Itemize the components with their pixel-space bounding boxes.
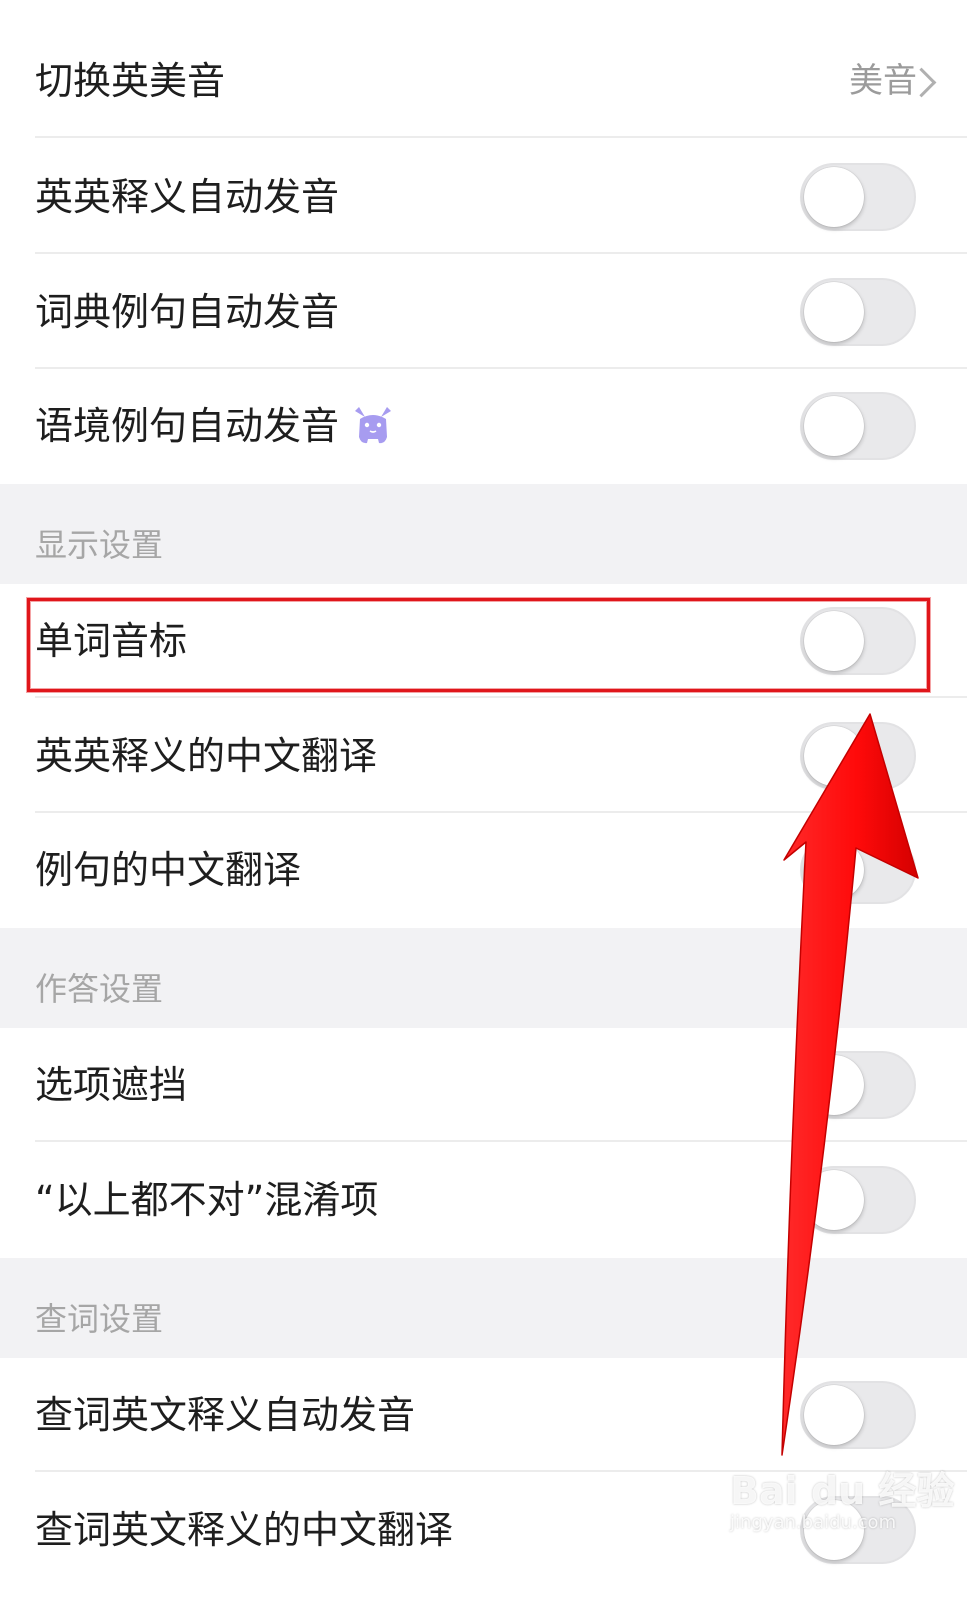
- toggle-knob: [804, 726, 864, 786]
- watermark: Bai du 经验 jingyan.baidu.com: [730, 1460, 954, 1550]
- toggle-switch[interactable]: [800, 392, 916, 460]
- setting-label: 选项遮挡: [35, 1063, 188, 1107]
- divider: [35, 136, 967, 138]
- section-header-display: 显示设置: [0, 484, 967, 584]
- settings-page: 切换英美音 美音 英英释义自动发音 词典例句自动发音 语境例句自动发音 显示设置…: [0, 0, 967, 1600]
- setting-label: 语境例句自动发音: [35, 369, 395, 483]
- setting-row-option-cover: 选项遮挡: [0, 1028, 967, 1142]
- toggle-knob: [804, 282, 864, 342]
- toggle-knob: [804, 167, 864, 227]
- watermark-main: Bai du 经验: [730, 1469, 955, 1513]
- toggle-knob: [804, 396, 864, 456]
- toggle-switch[interactable]: [800, 1166, 916, 1234]
- divider: [35, 696, 967, 698]
- setting-row-en-def-translation: 英英释义的中文翻译: [0, 699, 967, 813]
- setting-label: 切换英美音: [35, 59, 226, 103]
- section-title: 作答设置: [35, 970, 164, 1008]
- toggle-switch[interactable]: [800, 1051, 916, 1119]
- toggle-knob: [804, 1170, 864, 1230]
- setting-label: 词典例句自动发音: [35, 290, 340, 334]
- toggle-switch[interactable]: [800, 607, 916, 675]
- section-header-answer: 作答设置: [0, 928, 967, 1028]
- setting-label: 英英释义自动发音: [35, 175, 340, 219]
- toggle-switch[interactable]: [800, 278, 916, 346]
- setting-row-en-def-audio: 英英释义自动发音: [0, 140, 967, 254]
- toggle-knob: [804, 611, 864, 671]
- setting-label-text: 语境例句自动发音: [35, 404, 340, 448]
- setting-label: 单词音标: [35, 619, 188, 663]
- divider: [35, 252, 967, 254]
- watermark-sub: jingyan.baidu.com: [730, 1512, 897, 1533]
- setting-row-dict-example-audio: 词典例句自动发音: [0, 255, 967, 369]
- setting-row-none-distractor: “以上都不对”混淆项: [0, 1143, 967, 1257]
- section-title: 查词设置: [35, 1300, 164, 1338]
- setting-label: 英英释义的中文翻译: [35, 734, 378, 778]
- toggle-switch[interactable]: [800, 163, 916, 231]
- setting-row-context-example-audio: 语境例句自动发音: [0, 369, 967, 483]
- toggle-switch[interactable]: [800, 836, 916, 904]
- section-title: 显示设置: [35, 526, 164, 564]
- divider: [35, 1140, 967, 1142]
- setting-row-phonetic: 单词音标: [0, 584, 967, 698]
- toggle-switch[interactable]: [800, 1381, 916, 1449]
- section-header-lookup: 查词设置: [0, 1258, 967, 1358]
- toggle-knob: [804, 1055, 864, 1115]
- setting-row-accent[interactable]: 切换英美音 美音: [0, 24, 967, 138]
- setting-label: 例句的中文翻译: [35, 848, 302, 892]
- setting-label: “以上都不对”混淆项: [35, 1178, 379, 1222]
- toggle-knob: [804, 840, 864, 900]
- setting-label: 查词英文释义自动发音: [35, 1393, 416, 1437]
- setting-row-lookup-def-audio: 查词英文释义自动发音: [0, 1358, 967, 1472]
- toggle-switch[interactable]: [800, 722, 916, 790]
- setting-label: 查词英文释义的中文翻译: [35, 1508, 454, 1552]
- toggle-knob: [804, 1385, 864, 1445]
- vip-mascot-icon: [355, 406, 392, 443]
- setting-row-example-translation: 例句的中文翻译: [0, 813, 967, 927]
